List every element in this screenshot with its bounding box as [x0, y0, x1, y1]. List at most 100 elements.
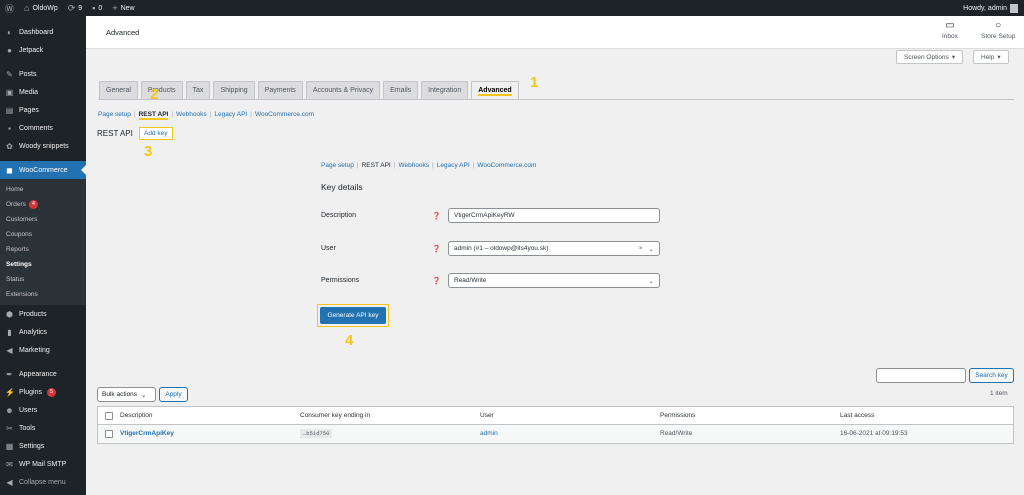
howdy-text: Howdy, admin [963, 4, 1007, 12]
submenu-settings[interactable]: Settings [0, 257, 86, 272]
row-checkbox[interactable] [105, 430, 113, 438]
select-all-checkbox[interactable] [105, 412, 113, 420]
column-permissions: Permissions [660, 412, 696, 419]
menu-woody-snippets[interactable]: ✿ Woody snippets [0, 137, 86, 155]
my-account-menu[interactable]: Howdy, admin [963, 3, 1024, 13]
updates-count: 9 [78, 4, 83, 12]
nav-woocommerce-com[interactable]: WooCommerce.com [255, 111, 314, 120]
tab-general[interactable]: General [99, 81, 138, 99]
menu-pages[interactable]: ▤ Pages [0, 101, 86, 119]
site-name-menu[interactable]: ⌂ OldoWp [19, 0, 63, 16]
tab-integration[interactable]: Integration [421, 81, 469, 99]
tab-emails[interactable]: Emails [383, 81, 419, 99]
generate-highlight: Generate API key [317, 304, 389, 327]
screen-options-button[interactable]: Screen Options ▾ [896, 50, 964, 64]
help-icon[interactable]: ❓ [432, 212, 448, 220]
submenu-customers[interactable]: Customers [0, 212, 86, 227]
submenu-label: Orders [6, 201, 26, 208]
menu-products[interactable]: ⬢ Products [0, 305, 86, 323]
menu-analytics[interactable]: ▮ Analytics [0, 323, 86, 341]
submenu-orders[interactable]: Orders 4 [0, 197, 86, 212]
menu-appearance[interactable]: ✒ Appearance [0, 365, 86, 383]
updates-menu[interactable]: ⟳ 9 [63, 0, 87, 16]
tab-accounts-privacy[interactable]: Accounts & Privacy [305, 81, 381, 99]
menu-woocommerce[interactable]: ◼ WooCommerce [0, 161, 86, 179]
user-select[interactable]: admin (#1 – oldowp@its4you.sk) × ⌄ [448, 241, 660, 256]
admin-bar: Ⓦ ⌂ OldoWp ⟳ 9 ▪ 0 + New Howdy, admin [0, 0, 1024, 16]
menu-label: Marketing [19, 346, 50, 354]
menu-settings[interactable]: ▦ Settings [0, 437, 86, 455]
menu-users[interactable]: ☻ Users [0, 401, 86, 419]
nav-page-setup[interactable]: Page setup [321, 162, 354, 169]
menu-marketing[interactable]: ◀ Marketing [0, 341, 86, 359]
appearance-icon: ✒ [6, 369, 13, 379]
store-setup-button[interactable]: ○ Store Setup [981, 21, 1015, 41]
collapse-icon: ◀ [6, 477, 13, 487]
new-content-menu[interactable]: + New [107, 0, 139, 16]
apply-button[interactable]: Apply [159, 387, 188, 402]
page-title: Advanced [106, 28, 140, 37]
submenu-label: Home [6, 186, 24, 193]
nav-webhooks[interactable]: Webhooks [176, 111, 207, 120]
submenu-extensions[interactable]: Extensions [0, 287, 86, 302]
menu-tools[interactable]: ✂ Tools [0, 419, 86, 437]
pin-icon: ✎ [6, 69, 13, 79]
menu-wp-mail-smtp[interactable]: ✉ WP Mail SMTP [0, 455, 86, 473]
add-key-button[interactable]: Add key [139, 127, 173, 140]
inbox-label: Inbox [942, 33, 958, 40]
menu-dashboard[interactable]: ◐ Dashboard [0, 23, 86, 41]
column-description[interactable]: Description [120, 412, 153, 419]
permissions-select[interactable]: Read/Write ⌄ [448, 273, 660, 288]
submenu-label: Status [6, 276, 25, 283]
section-nav: Page setup | REST API | Webhooks | Legacy A… [98, 111, 314, 120]
tab-payments[interactable]: Payments [257, 81, 303, 99]
wp-logo-menu[interactable]: Ⓦ [0, 0, 19, 16]
menu-media[interactable]: ▣ Media [0, 83, 86, 101]
bulk-actions-select[interactable]: Bulk actions ⌄ [97, 387, 156, 402]
nav-legacy-api[interactable]: Legacy API [214, 111, 247, 120]
nav-legacy-api[interactable]: Legacy API [437, 162, 470, 169]
nav-separator: | [472, 162, 475, 169]
analytics-icon: ▮ [7, 327, 12, 337]
user-label: User [321, 245, 336, 252]
submenu-home[interactable]: Home [0, 182, 86, 197]
collapse-menu[interactable]: ◀ Collapse menu [0, 473, 86, 491]
menu-label: WP Mail SMTP [19, 460, 67, 468]
comments-menu[interactable]: ▪ 0 [87, 0, 107, 16]
menu-label: Pages [19, 106, 39, 114]
help-icon[interactable]: ❓ [432, 245, 448, 253]
tab-shipping[interactable]: Shipping [213, 81, 255, 99]
key-description-link[interactable]: VtigerCrmApiKey [120, 430, 174, 437]
menu-label: Products [19, 310, 47, 318]
menu-comments[interactable]: ▪ Comments [0, 119, 86, 137]
description-input[interactable]: VtigerCrmApiKeyRW [448, 208, 660, 223]
nav-webhooks[interactable]: Webhooks [398, 162, 429, 169]
submenu-status[interactable]: Status [0, 272, 86, 287]
nav-rest-api[interactable]: REST API [362, 162, 391, 169]
submenu-coupons[interactable]: Coupons [0, 227, 86, 242]
avatar [1010, 3, 1018, 13]
search-key-button[interactable]: Search key [969, 368, 1014, 383]
api-keys-table: Description Consumer key ending in User … [97, 406, 1014, 444]
menu-posts[interactable]: ✎ Posts [0, 65, 86, 83]
nav-rest-api[interactable]: REST API [138, 111, 169, 120]
search-input[interactable] [876, 368, 966, 383]
generate-api-key-button[interactable]: Generate API key [320, 307, 386, 324]
inbox-button[interactable]: ▭ Inbox [942, 21, 958, 41]
nav-page-setup[interactable]: Page setup [98, 111, 131, 120]
clear-icon[interactable]: × [639, 245, 643, 253]
user-link[interactable]: admin [480, 430, 498, 437]
submenu-reports[interactable]: Reports [0, 242, 86, 257]
help-icon[interactable]: ❓ [432, 277, 448, 285]
dashboard-icon: ◐ [7, 27, 12, 37]
menu-jetpack[interactable]: ● Jetpack [0, 41, 86, 59]
menu-plugins[interactable]: ⚡ Plugins 5 [0, 383, 86, 401]
tab-products[interactable]: Products [140, 81, 183, 99]
help-button[interactable]: Help ▾ [973, 50, 1009, 64]
home-icon: ⌂ [24, 3, 30, 13]
tab-advanced[interactable]: Advanced [471, 81, 519, 99]
nav-separator: | [133, 111, 136, 118]
nav-woocommerce-com[interactable]: WooCommerce.com [477, 162, 536, 169]
tab-tax[interactable]: Tax [185, 81, 211, 99]
menu-label: Woody snippets [19, 142, 69, 150]
